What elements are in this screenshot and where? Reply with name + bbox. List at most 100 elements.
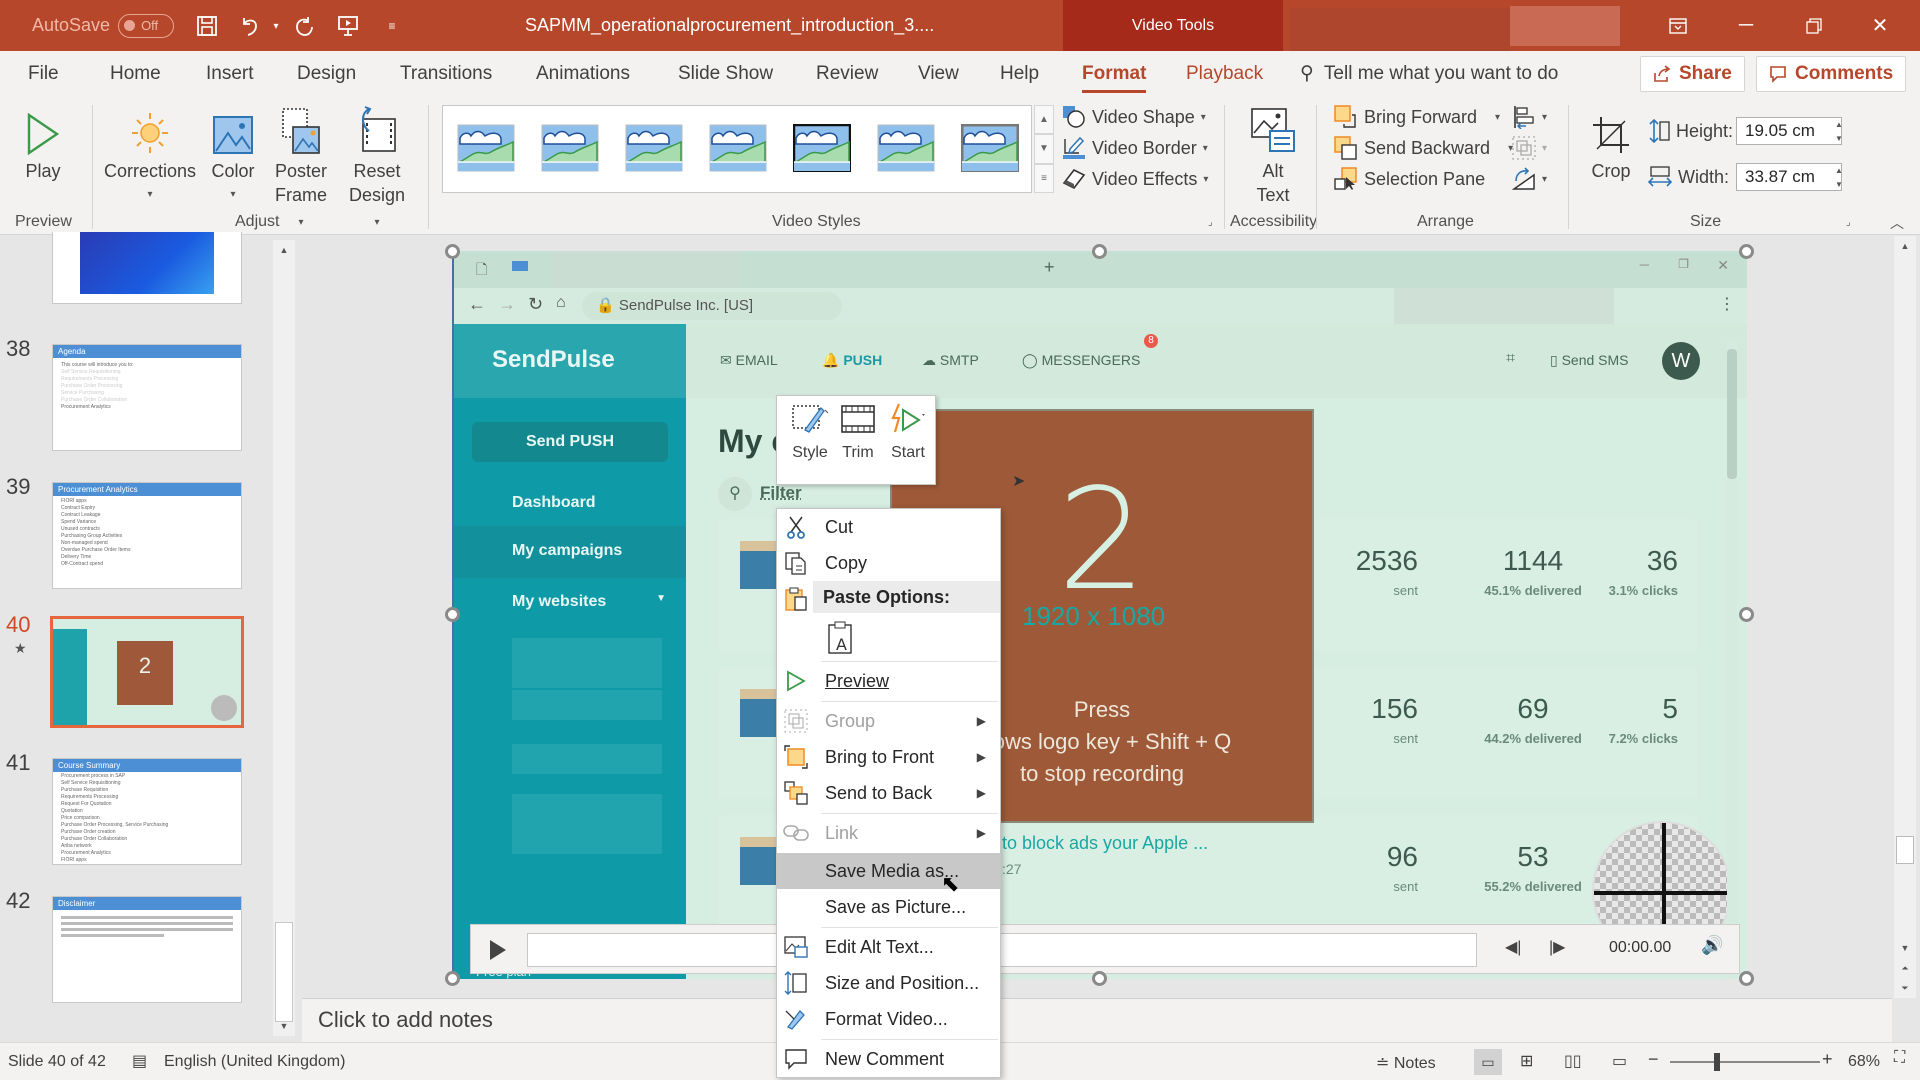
height-spinner[interactable]: ▲ ▼ [1832, 117, 1846, 145]
video-shape-button[interactable]: Video Shape ▾ [1062, 103, 1206, 131]
trim-button[interactable]: Trim [833, 402, 883, 462]
previous-slide-icon[interactable]: ⏶ [1894, 958, 1916, 978]
rotate-button[interactable]: ▾ [1512, 165, 1547, 193]
new-tab-icon[interactable]: + [1044, 257, 1055, 278]
slide-thumbnail-37[interactable] [52, 232, 242, 304]
gallery-more[interactable]: ≡ [1034, 163, 1054, 193]
home-icon[interactable]: ⌂ [556, 294, 566, 312]
slide-sorter-icon[interactable]: ⊞ [1520, 1051, 1533, 1071]
menu-item-send-to-back[interactable]: Send to Back ▶ [777, 775, 1000, 811]
menu-item-copy[interactable]: Copy [777, 545, 1000, 581]
tab-animations[interactable]: Animations [536, 51, 630, 97]
resize-handle-left[interactable] [445, 607, 460, 622]
slide-thumbnail-40[interactable]: 2 [50, 616, 244, 728]
video-style-option[interactable] [792, 123, 852, 173]
step-forward-icon[interactable]: |▶ [1549, 937, 1565, 957]
nav-smtp[interactable]: ☁ SMTP [922, 352, 979, 369]
tab-format[interactable]: Format [1082, 51, 1147, 97]
nav-email[interactable]: ✉ EMAIL [720, 352, 778, 369]
width-input[interactable]: 33.87 cm [1736, 163, 1842, 191]
minimize-icon[interactable]: ─ [1718, 0, 1774, 51]
selection-pane-button[interactable]: Selection Pane [1334, 165, 1485, 193]
video-border-button[interactable]: Video Border ▾ [1062, 134, 1208, 162]
zoom-slider-thumb[interactable] [1714, 1053, 1720, 1071]
scroll-thumb[interactable] [1896, 836, 1914, 864]
customize-qat-icon[interactable]: ≡ [378, 12, 406, 40]
play-button[interactable]: Play [18, 103, 68, 183]
corrections-button[interactable]: Corrections ▾ [103, 103, 197, 207]
resize-handle-tr[interactable] [1739, 244, 1754, 259]
send-push-button[interactable]: Send PUSH [472, 422, 668, 462]
restore-icon[interactable] [1786, 0, 1842, 51]
forward-icon[interactable]: → [498, 294, 516, 315]
slide-scrollbar[interactable]: ▲ ▼ ⏶ ⏷ [1894, 236, 1916, 998]
menu-item-format-video[interactable]: Format Video... [777, 1001, 1000, 1037]
alt-text-button[interactable]: Alt Text [1244, 103, 1302, 207]
menu-item-save-media-as[interactable]: Save Media as... [777, 853, 1000, 889]
zoom-in-icon[interactable]: + [1822, 1049, 1833, 1070]
height-input[interactable]: 19.05 cm [1736, 117, 1842, 145]
fit-to-window-icon[interactable]: ⛶ [1894, 1049, 1905, 1067]
collapse-ribbon-icon[interactable]: ︿ [1890, 213, 1904, 233]
filter-link[interactable]: Filter [760, 483, 802, 503]
resize-handle-br[interactable] [1739, 971, 1754, 986]
resize-handle-bottom[interactable] [1092, 971, 1107, 986]
crop-button[interactable]: Crop [1586, 103, 1636, 183]
media-timeline[interactable] [527, 933, 1477, 967]
zoom-slider[interactable] [1670, 1053, 1820, 1071]
scroll-up-icon[interactable]: ▲ [1894, 236, 1916, 256]
autosave[interactable]: AutoSave Off [32, 0, 175, 51]
reset-design-button[interactable]: Reset Design ▾ [344, 103, 410, 235]
tab-view[interactable]: View [918, 51, 959, 97]
group-objects-button[interactable]: ▾ [1512, 134, 1547, 162]
slide-thumbnail-38[interactable]: Agenda This course will introduce you to… [52, 344, 242, 451]
undo-icon[interactable] [236, 12, 264, 40]
tab-transitions[interactable]: Transitions [400, 51, 492, 97]
menu-dots-icon[interactable]: ⋮ [1719, 294, 1735, 314]
slide-thumbnail-42[interactable]: Disclaimer [52, 896, 242, 1003]
size-dialog-launcher-icon[interactable]: ⌟ [1846, 217, 1851, 228]
align-button[interactable]: ▾ [1512, 103, 1547, 131]
tab-playback[interactable]: Playback [1186, 51, 1263, 97]
resize-handle-top[interactable] [1092, 244, 1107, 259]
paste-keep-text-only-button[interactable]: A [821, 617, 861, 657]
ribbon-display-options-icon[interactable] [1650, 0, 1706, 51]
zoom-out-icon[interactable]: − [1648, 1049, 1659, 1070]
spelling-icon[interactable]: ▤ [132, 1051, 147, 1071]
video-style-option[interactable] [541, 124, 599, 172]
tab-slide-show[interactable]: Slide Show [678, 51, 773, 97]
video-style-option[interactable] [709, 124, 767, 172]
redo-icon[interactable] [290, 12, 318, 40]
gift-icon[interactable]: ⌗ [1506, 350, 1515, 368]
menu-item-group[interactable]: Group ▶ [777, 703, 1000, 739]
video-style-option[interactable] [960, 123, 1020, 173]
avatar[interactable]: W [1662, 342, 1700, 380]
start-from-beginning-icon[interactable] [334, 12, 362, 40]
sidebar-item-dashboard[interactable]: Dashboard [454, 480, 686, 526]
reload-icon[interactable]: ↻ [528, 294, 543, 315]
video-style-option[interactable] [877, 124, 935, 172]
sidebar-item-my-campaigns[interactable]: My campaigns [454, 526, 686, 578]
tab-insert[interactable]: Insert [206, 51, 254, 97]
bring-forward-button[interactable]: Bring Forward ▾ [1334, 103, 1500, 131]
nav-push[interactable]: 🔔 PUSH [822, 352, 882, 369]
campaign-title-link[interactable]: to block ads your Apple ... [1002, 833, 1208, 854]
slide-thumbnail-41[interactable]: Course Summary Procurement process in SA… [52, 758, 242, 865]
nav-messengers[interactable]: ◯ MESSENGERS [1022, 352, 1140, 369]
menu-item-edit-alt-text[interactable]: Edit Alt Text... [777, 929, 1000, 965]
normal-view-icon[interactable]: ▭ [1474, 1049, 1502, 1075]
sidebar-item-my-websites[interactable]: My websites ▼ [454, 578, 686, 628]
video-styles-gallery[interactable] [442, 105, 1032, 193]
video-object[interactable]: 🗋 + ─ ❐ ✕ ← → ↻ ⌂ 🔒 SendPulse Inc. [US] … [452, 251, 1747, 979]
media-play-button[interactable] [481, 933, 515, 967]
tab-file[interactable]: File [28, 51, 59, 97]
resize-handle-right[interactable] [1739, 607, 1754, 622]
zoom-level[interactable]: 68% [1848, 1053, 1880, 1071]
volume-icon[interactable]: 🔊 [1701, 935, 1723, 956]
send-sms-link[interactable]: ▯ Send SMS [1550, 352, 1629, 369]
filter-search-icon[interactable]: ⚲ [718, 477, 752, 511]
page-scrollbar[interactable] [1727, 339, 1737, 979]
notes-pane[interactable]: Click to add notes [302, 998, 1892, 1042]
send-backward-button[interactable]: Send Backward ▾ [1334, 134, 1513, 162]
undo-dropdown-icon[interactable]: ▾ [262, 12, 290, 40]
